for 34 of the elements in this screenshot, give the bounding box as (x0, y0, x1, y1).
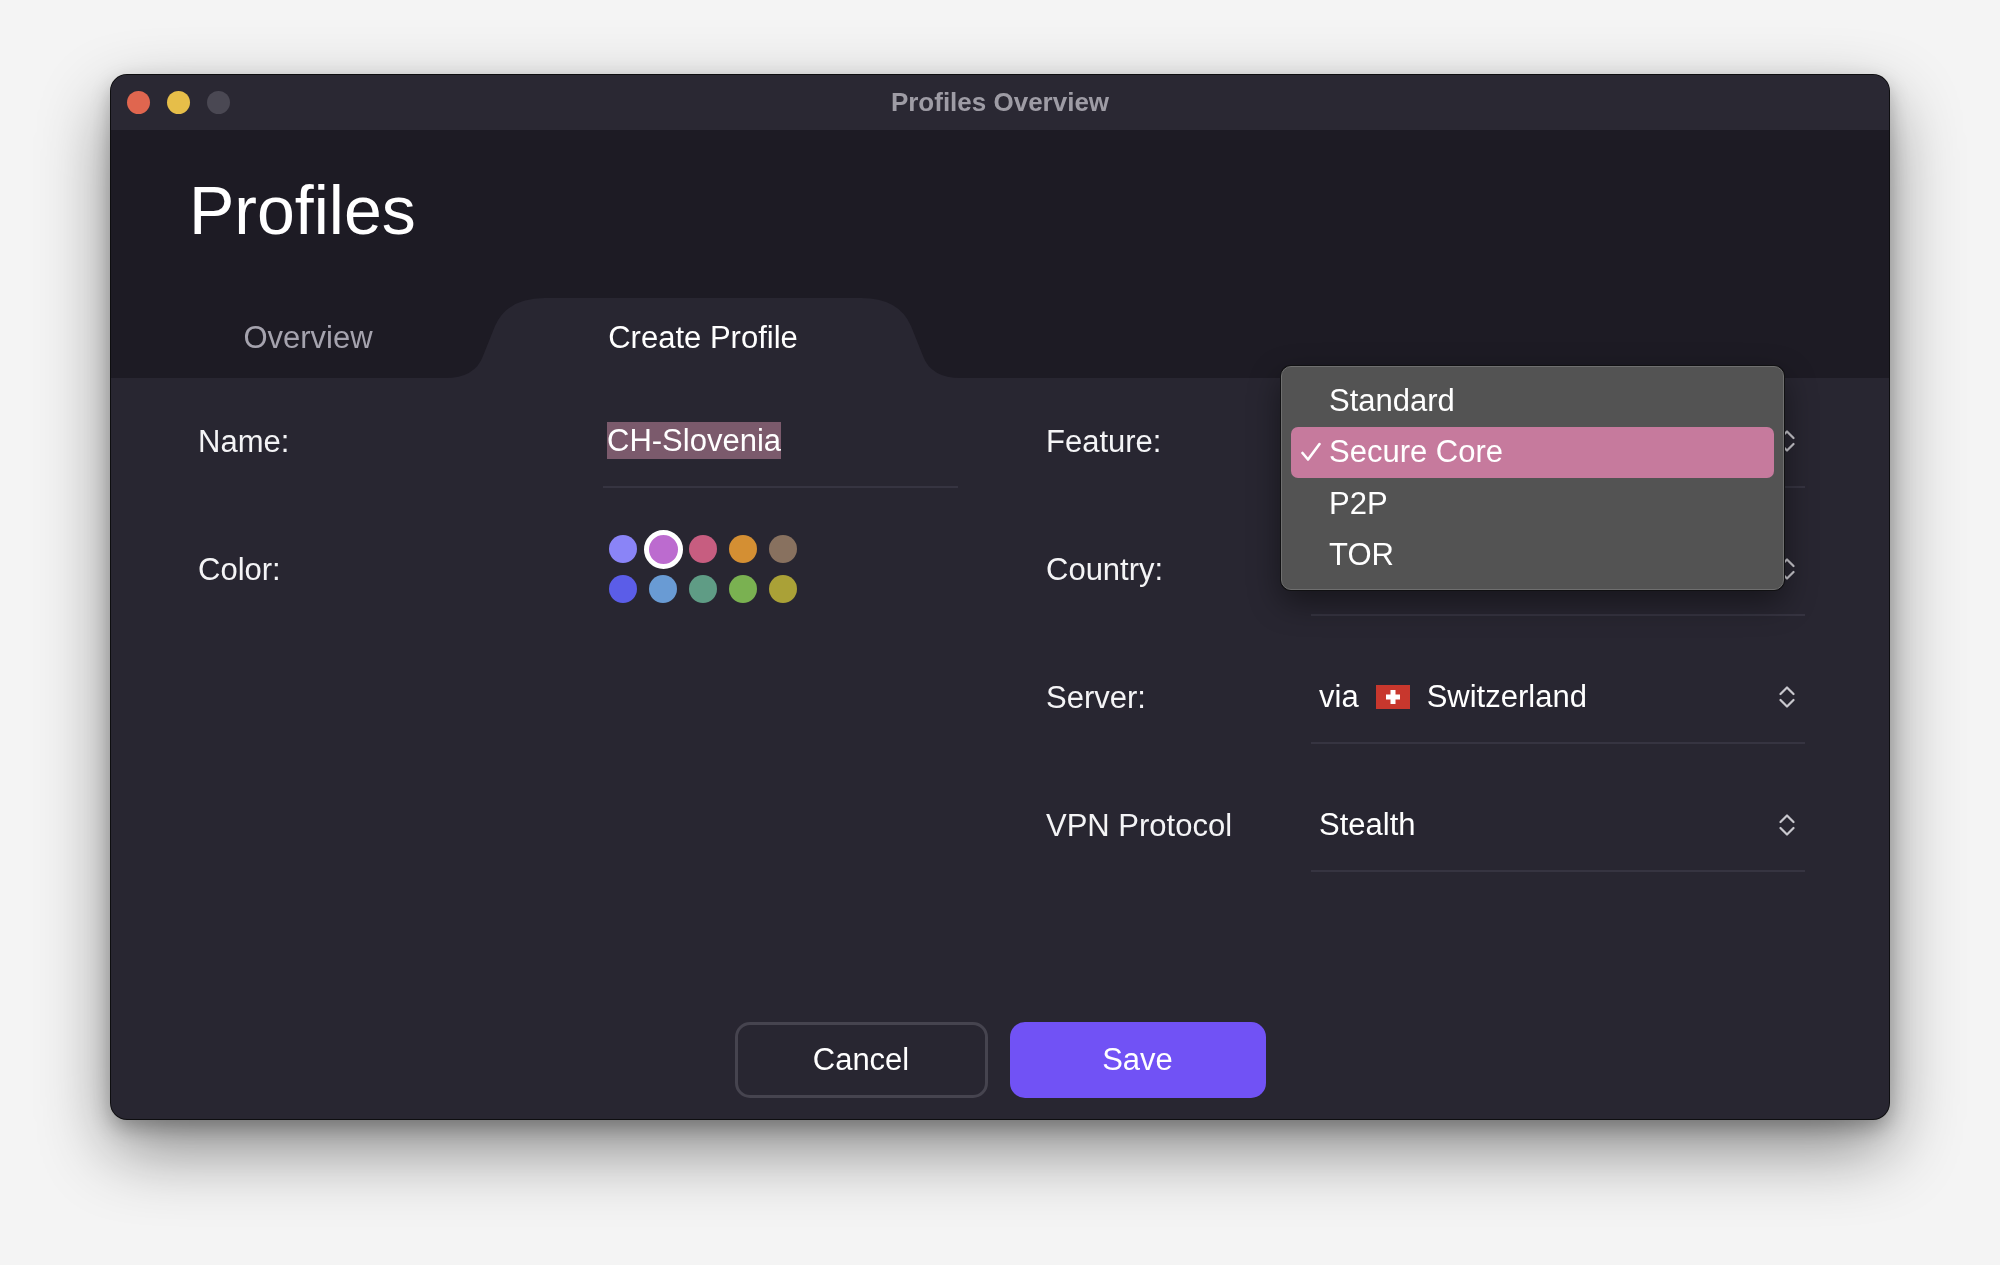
menu-item[interactable]: Standard (1291, 375, 1774, 427)
cancel-button[interactable]: Cancel (734, 1022, 988, 1098)
swatch-icon[interactable] (769, 575, 797, 603)
field-label: Country: (1046, 550, 1164, 588)
checkmark-icon (1301, 442, 1321, 463)
menu-item[interactable]: TOR (1291, 529, 1774, 581)
swatch-icon[interactable] (689, 535, 717, 563)
field-label: Feature: (1046, 422, 1162, 460)
page-title: Profiles (189, 171, 416, 249)
server-select[interactable]: via Switzerland (1311, 672, 1805, 744)
tab[interactable]: Overview (171, 298, 445, 378)
swatch-icon[interactable] (729, 575, 757, 603)
minimize-button[interactable] (167, 91, 190, 114)
field-label: VPN Protocol (1046, 806, 1233, 844)
field-label: Server: (1046, 678, 1146, 716)
flag-icon (1375, 684, 1410, 709)
swatch-icon[interactable] (729, 535, 757, 563)
swatch-icon[interactable] (643, 529, 683, 569)
swatch-icon[interactable] (689, 575, 717, 603)
select-field[interactable]: Stealth (1311, 800, 1805, 872)
swatch-icon[interactable] (649, 575, 677, 603)
close-button[interactable] (127, 91, 150, 114)
up-down-chevron-icon (1779, 813, 1795, 836)
swatch-icon[interactable] (769, 535, 797, 563)
window-title: Profiles Overview (890, 87, 1110, 118)
field-label: Color: (198, 550, 281, 588)
save-button[interactable]: Save (1009, 1022, 1266, 1098)
swatch-icon[interactable] (609, 575, 637, 603)
name-field[interactable]: CH-Slovenia (603, 416, 958, 488)
menu-item[interactable]: P2P (1291, 478, 1774, 530)
up-down-chevron-icon (1779, 685, 1795, 708)
swatch-icon[interactable] (609, 535, 637, 563)
field-label: Name: (198, 422, 290, 460)
name-value: CH-Slovenia (607, 422, 781, 459)
